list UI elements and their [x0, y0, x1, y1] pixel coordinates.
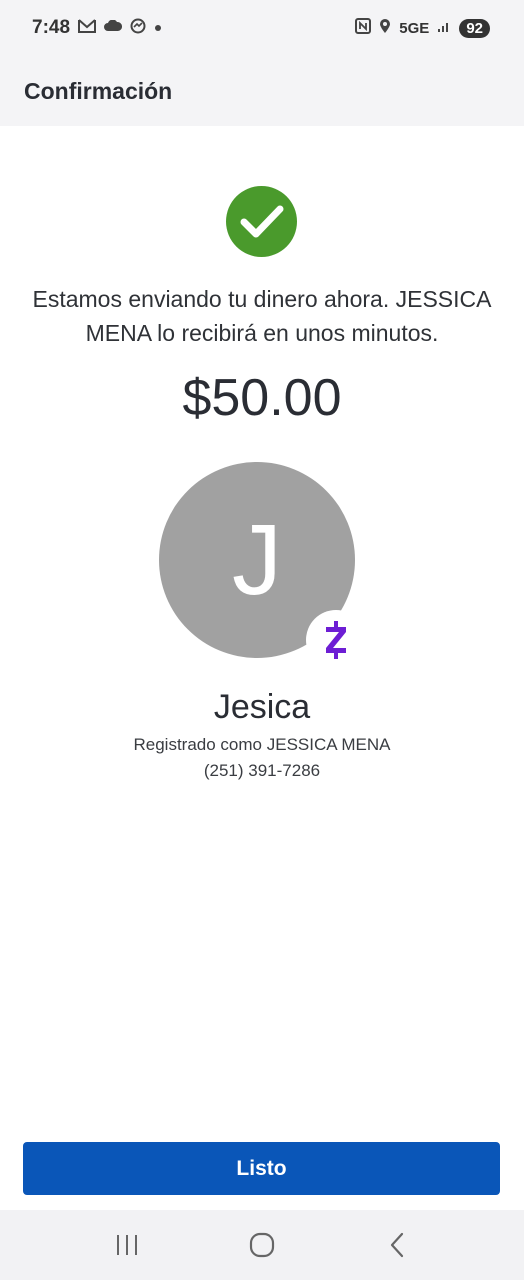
status-right: 5GE 92	[355, 17, 490, 39]
network-label: 5GE	[399, 19, 430, 37]
notification-dot-icon	[154, 19, 162, 37]
status-bar: 7:48 5GE 92	[0, 0, 524, 56]
home-icon	[249, 1232, 275, 1258]
back-button[interactable]	[372, 1225, 422, 1265]
recent-apps-button[interactable]	[102, 1225, 152, 1265]
status-left: 7:48	[32, 17, 162, 39]
battery-indicator: 92	[459, 18, 490, 38]
messenger-icon	[130, 18, 146, 39]
back-icon	[390, 1232, 403, 1258]
recipient-name: Jesica	[213, 688, 311, 726]
recipient-phone: (251) 391-7286	[203, 761, 321, 780]
home-button[interactable]	[237, 1225, 287, 1265]
location-icon	[379, 18, 391, 39]
registered-name: Registrado como JESSICA MENA	[133, 735, 391, 754]
signal-icon	[437, 19, 451, 38]
cloud-icon	[104, 19, 123, 37]
amount-sent: $50.00	[182, 369, 342, 427]
done-button[interactable]: Listo	[23, 1142, 500, 1195]
app-header: Confirmación	[0, 56, 524, 126]
system-nav-bar	[0, 1210, 524, 1280]
page-title: Confirmación	[24, 77, 173, 104]
success-check-icon	[226, 186, 297, 257]
gmail-icon	[78, 18, 97, 38]
status-time: 7:48	[32, 17, 71, 38]
confirmation-message: Estamos enviando tu dinero ahora. JESSIC…	[32, 286, 492, 346]
avatar-initial: J	[232, 504, 282, 616]
nfc-icon	[355, 17, 372, 39]
zelle-icon	[306, 610, 366, 670]
recent-apps-icon	[117, 1235, 138, 1255]
